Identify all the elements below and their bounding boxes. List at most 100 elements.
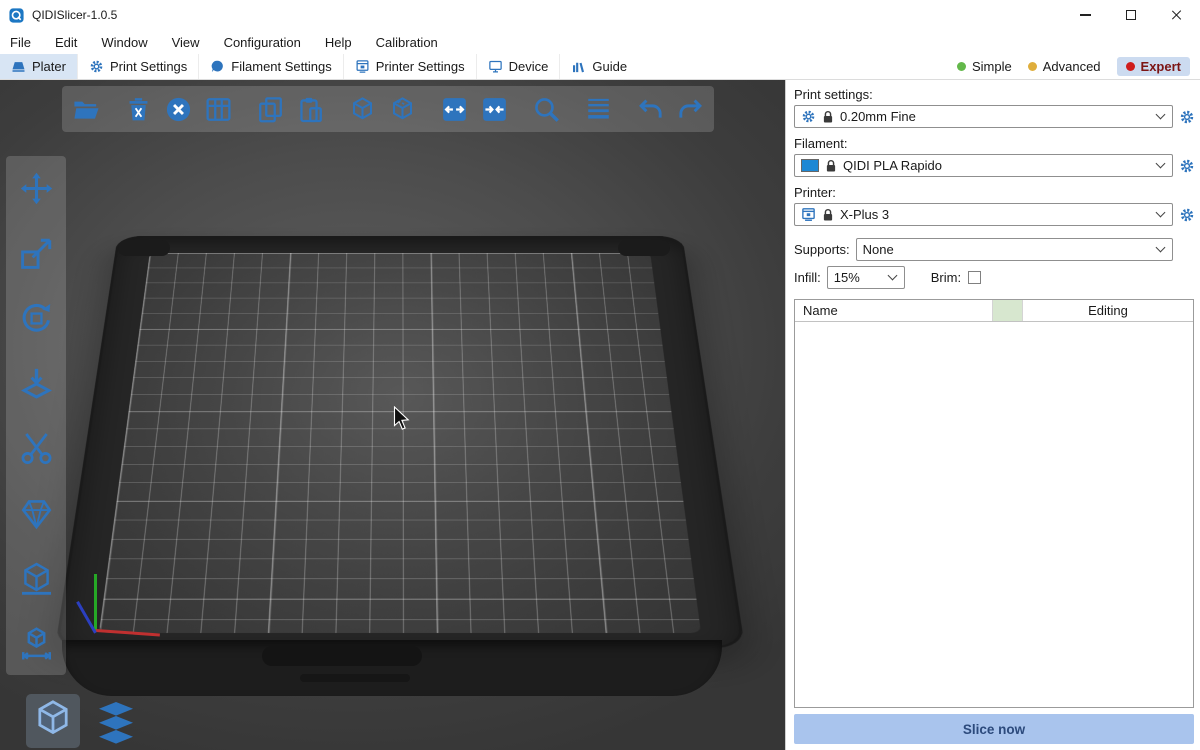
maximize-button[interactable]: [1108, 0, 1154, 30]
minimize-button[interactable]: [1062, 0, 1108, 30]
close-icon: [1171, 9, 1183, 21]
delete-all-button[interactable]: [162, 93, 194, 125]
tab-printer-settings[interactable]: Printer Settings: [343, 54, 476, 79]
window-title: QIDISlicer-1.0.5: [32, 8, 117, 22]
delete-button[interactable]: [122, 93, 154, 125]
print-settings-combo[interactable]: 0.20mm Fine: [794, 105, 1173, 128]
print-bed-handle-groove: [300, 674, 410, 682]
close-button[interactable]: [1154, 0, 1200, 30]
tab-printer-settings-label: Printer Settings: [376, 59, 465, 74]
arrows-in-icon: [480, 95, 509, 124]
slice-now-button[interactable]: Slice now: [794, 714, 1194, 744]
expert-dot-icon: [1126, 62, 1135, 71]
flatten-icon: [18, 365, 55, 402]
arrange-button[interactable]: [202, 93, 234, 125]
cube-icon: [348, 95, 377, 124]
place-on-face-tool-button[interactable]: [14, 361, 58, 405]
variable-layer-height-button[interactable]: [582, 93, 614, 125]
menu-file[interactable]: File: [10, 35, 31, 50]
layers-preview-button[interactable]: [92, 697, 140, 745]
tab-print-settings[interactable]: Print Settings: [77, 54, 198, 79]
brim-label: Brim:: [931, 270, 961, 285]
advanced-dot-icon: [1028, 62, 1037, 71]
printer-label: Printer:: [794, 185, 1196, 200]
mode-simple-label: Simple: [972, 59, 1012, 74]
move-tool-button[interactable]: [14, 166, 58, 210]
arrange-grid-icon: [204, 95, 233, 124]
infill-combo[interactable]: 15%: [827, 266, 905, 289]
filament-label: Filament:: [794, 136, 1196, 151]
printer-icon: [355, 59, 370, 74]
print-bed: [55, 236, 745, 648]
printer-combo[interactable]: X-Plus 3: [794, 203, 1173, 226]
paint-tool-button[interactable]: [14, 491, 58, 535]
menu-window[interactable]: Window: [101, 35, 147, 50]
profile-gear-icon: [801, 109, 816, 124]
print-settings-value: 0.20mm Fine: [840, 109, 916, 124]
3d-editor-view-button[interactable]: [26, 694, 80, 748]
left-toolbar: [6, 156, 66, 675]
tab-guide[interactable]: Guide: [559, 54, 638, 79]
mode-expert-label: Expert: [1141, 59, 1181, 74]
tab-device[interactable]: Device: [476, 54, 560, 79]
spacing-tool-button[interactable]: [14, 621, 58, 665]
open-folder-icon: [72, 95, 101, 124]
simple-dot-icon: [957, 62, 966, 71]
tab-plater[interactable]: Plater: [0, 54, 77, 79]
mode-expert[interactable]: Expert: [1117, 57, 1190, 76]
print-settings-label: Print settings:: [794, 87, 1196, 102]
collect-button[interactable]: [478, 93, 510, 125]
window-controls: [1062, 0, 1200, 30]
mode-advanced-label: Advanced: [1043, 59, 1101, 74]
layers-icon: [92, 697, 140, 745]
undo-button[interactable]: [634, 93, 666, 125]
mode-advanced[interactable]: Advanced: [1028, 59, 1101, 74]
search-icon: [532, 95, 561, 124]
app-logo-icon: [8, 7, 25, 24]
split-parts-button[interactable]: [386, 93, 418, 125]
gem-icon: [18, 495, 55, 532]
rotate-tool-button[interactable]: [14, 296, 58, 340]
maximize-icon: [1126, 10, 1136, 20]
supports-row: Supports: None: [794, 238, 1196, 261]
split-objects-button[interactable]: [346, 93, 378, 125]
tab-filament-settings[interactable]: Filament Settings: [198, 54, 342, 79]
scale-tool-button[interactable]: [14, 231, 58, 275]
printer-gear-button[interactable]: [1178, 206, 1196, 224]
filament-gear-button[interactable]: [1178, 157, 1196, 175]
search-button[interactable]: [530, 93, 562, 125]
distribute-button[interactable]: [438, 93, 470, 125]
measure-tool-button[interactable]: [14, 556, 58, 600]
open-button[interactable]: [70, 93, 102, 125]
cut-tool-button[interactable]: [14, 426, 58, 470]
object-list-header: Name Editing: [795, 300, 1193, 322]
chevron-down-icon: [1156, 208, 1166, 218]
supports-combo[interactable]: None: [856, 238, 1173, 261]
paste-button[interactable]: [294, 93, 326, 125]
object-list-body[interactable]: [795, 322, 1193, 707]
print-settings-row: 0.20mm Fine: [794, 105, 1196, 128]
view-toggle: [26, 694, 140, 748]
menu-help[interactable]: Help: [325, 35, 352, 50]
scissors-icon: [18, 430, 55, 467]
mode-simple[interactable]: Simple: [957, 59, 1012, 74]
layer-lines-icon: [584, 95, 613, 124]
title-bar: QIDISlicer-1.0.5: [0, 0, 1200, 30]
filament-combo[interactable]: QIDI PLA Rapido: [794, 154, 1173, 177]
copy-button[interactable]: [254, 93, 286, 125]
filament-color-swatch: [801, 159, 819, 172]
infill-row: Infill: 15% Brim:: [794, 266, 1196, 289]
guide-icon: [571, 59, 586, 74]
print-bed-handle: [262, 646, 422, 666]
menu-configuration[interactable]: Configuration: [224, 35, 301, 50]
undo-icon: [636, 95, 665, 124]
mouse-cursor: [393, 406, 411, 432]
plater-icon: [11, 59, 26, 74]
menu-edit[interactable]: Edit: [55, 35, 77, 50]
menu-view[interactable]: View: [172, 35, 200, 50]
brim-checkbox[interactable]: [968, 271, 981, 284]
menu-calibration[interactable]: Calibration: [376, 35, 438, 50]
3d-viewport[interactable]: [0, 80, 785, 750]
print-settings-gear-button[interactable]: [1178, 108, 1196, 126]
redo-button[interactable]: [674, 93, 706, 125]
